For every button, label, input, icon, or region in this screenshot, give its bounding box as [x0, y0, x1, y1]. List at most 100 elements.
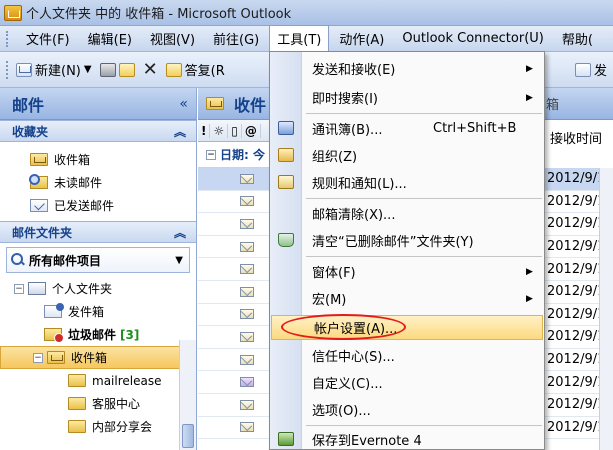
folder-icon: [68, 374, 86, 387]
chevron-down-icon[interactable]: ▼: [175, 255, 183, 266]
tree-subfolder[interactable]: 客服中心: [0, 392, 196, 415]
collapse-icon[interactable]: −: [14, 283, 24, 294]
envelope-icon: [240, 399, 254, 410]
menu-options[interactable]: 选项(O)...: [270, 397, 544, 422]
menu-actions[interactable]: 动作(A): [331, 25, 392, 52]
menu-help[interactable]: 帮助(: [554, 25, 601, 52]
menu-rules-alerts[interactable]: 规则和通知(L)...: [270, 170, 544, 195]
attachment-column-icon[interactable]: @: [242, 123, 261, 138]
menu-separator: [306, 198, 542, 199]
envelope-icon: [240, 309, 254, 320]
menu-send-receive-label: 发送和接收(E): [312, 63, 396, 78]
column-header-partial: 箱: [546, 98, 560, 113]
new-button[interactable]: 新建(N) ▼: [16, 60, 92, 79]
empty-trash-icon: [278, 233, 294, 247]
all-items-label: 所有邮件项目: [29, 253, 102, 268]
title-bar: 个人文件夹 中的 收件箱 - Microsoft Outlook: [0, 0, 613, 26]
nav-header: 邮件 «: [0, 88, 196, 120]
menu-address-book[interactable]: 通讯簿(B)... Ctrl+Shift+B: [270, 116, 544, 141]
toolbar-grip[interactable]: [6, 60, 10, 79]
chevron-down-icon[interactable]: ▼: [84, 64, 92, 75]
menu-outlook-connector[interactable]: Outlook Connector(U): [394, 27, 551, 50]
submenu-arrow-icon: ▶: [526, 266, 533, 277]
tree-outbox[interactable]: 发件箱: [0, 300, 196, 323]
tree-personal-folders[interactable]: − 个人文件夹: [0, 277, 196, 300]
favorite-unread[interactable]: 未读邮件: [0, 171, 196, 194]
all-mail-items-dropdown[interactable]: 所有邮件项目 ▼: [6, 247, 190, 273]
tree-subfolder-label: 内部分享会: [92, 420, 153, 434]
tools-menu: 发送和接收(E) ▶ 即时搜索(I) ▶ 通讯簿(B)... Ctrl+Shif…: [269, 51, 545, 450]
tree-subfolder[interactable]: mailrelease: [0, 369, 196, 392]
menu-separator: [306, 425, 542, 426]
tree-junk[interactable]: 垃圾邮件 [3]: [0, 323, 196, 346]
menu-trust-center[interactable]: 信任中心(S)...: [270, 343, 544, 368]
menu-bar: 文件(F) 编辑(E) 视图(V) 前往(G) 工具(T) 动作(A) Outl…: [0, 25, 613, 52]
favorites-header-label: 收藏夹: [12, 124, 49, 139]
menu-forms[interactable]: 窗体(F) ▶: [270, 259, 544, 284]
nav-scrollbar[interactable]: [179, 340, 196, 450]
send-receive-label: 发: [594, 64, 608, 79]
message-list-scrollbar[interactable]: [599, 168, 613, 450]
envelope-purple-icon: [240, 377, 254, 388]
send-receive-button[interactable]: 发: [575, 60, 607, 79]
new-button-label: 新建(N): [35, 64, 81, 79]
collapse-pane-icon[interactable]: «: [179, 96, 188, 112]
menu-mailbox-cleanup[interactable]: 邮箱清除(X)...: [270, 201, 544, 226]
nav-title: 邮件: [12, 95, 45, 115]
tree-inbox[interactable]: − 收件箱: [0, 346, 180, 369]
menu-go[interactable]: 前往(G): [205, 25, 267, 52]
envelope-icon: [240, 241, 254, 252]
menu-tools[interactable]: 工具(T): [269, 25, 330, 52]
favorite-sent-label: 已发送邮件: [54, 199, 115, 213]
menu-customize[interactable]: 自定义(C)...: [270, 370, 544, 395]
send-receive-icon: [575, 62, 591, 77]
menu-address-book-label: 通讯簿(B)...: [312, 123, 383, 138]
address-book-icon: [278, 121, 294, 135]
menu-forms-label: 窗体(F): [312, 266, 356, 281]
envelope-icon: [240, 173, 254, 184]
collapse-icon[interactable]: −: [33, 352, 43, 363]
print-icon[interactable]: [99, 62, 116, 77]
reply-button[interactable]: 答复(R: [165, 60, 225, 79]
delete-icon[interactable]: ✕: [143, 59, 158, 80]
envelope-icon: [240, 196, 254, 207]
tree-junk-label: 垃圾邮件: [68, 328, 117, 342]
folder-tree: − 个人文件夹 发件箱 垃圾邮件 [3] − 收件箱 mailrelease 客…: [0, 277, 196, 438]
sent-folder-icon: [30, 199, 48, 212]
move-to-folder-icon[interactable]: [118, 62, 135, 77]
menu-empty-deleted[interactable]: 清空“已删除邮件”文件夹(Y): [270, 228, 544, 253]
tree-outbox-label: 发件箱: [68, 305, 105, 319]
menu-view[interactable]: 视图(V): [142, 25, 203, 52]
menu-file[interactable]: 文件(F): [18, 25, 78, 52]
collapse-icon[interactable]: −: [206, 149, 216, 160]
menubar-grip[interactable]: [6, 30, 10, 47]
tree-subfolder-label: 客服中心: [92, 397, 141, 411]
received-column-area: 箱 接收时间: [543, 98, 613, 168]
menu-organize-label: 组织(Z): [312, 150, 358, 165]
favorite-sent[interactable]: 已发送邮件: [0, 194, 196, 217]
chevron-up-icon[interactable]: ︽: [174, 123, 186, 140]
icon-column-icon[interactable]: ▯: [228, 123, 242, 138]
tree-subfolder[interactable]: 内部分享会: [0, 415, 196, 438]
menu-organize[interactable]: 组织(Z): [270, 143, 544, 168]
importance-column-icon[interactable]: !: [198, 123, 211, 138]
highlight-annotation-oval: [281, 314, 406, 340]
reminder-column-icon[interactable]: ☼: [210, 123, 229, 138]
menu-instant-search-label: 即时搜索(I): [312, 92, 378, 107]
envelope-icon: [240, 286, 254, 297]
chevron-up-icon[interactable]: ︽: [174, 224, 186, 241]
favorites-section-header[interactable]: 收藏夹 ︽: [0, 120, 196, 142]
menu-save-to-evernote[interactable]: 保存到Evernote 4: [270, 427, 544, 449]
favorite-inbox-label: 收件箱: [54, 153, 91, 167]
submenu-arrow-icon: ▶: [526, 92, 533, 103]
nav-scrollbar-thumb[interactable]: [182, 424, 194, 448]
mail-folders-section-header[interactable]: 邮件文件夹 ︽: [0, 221, 196, 243]
rules-icon: [278, 175, 294, 189]
received-column-header[interactable]: 接收时间: [550, 128, 602, 147]
menu-edit[interactable]: 编辑(E): [80, 25, 140, 52]
menu-instant-search[interactable]: 即时搜索(I) ▶: [270, 85, 544, 110]
menu-macro[interactable]: 宏(M) ▶: [270, 286, 544, 311]
menu-send-receive[interactable]: 发送和接收(E) ▶: [270, 56, 544, 81]
favorite-inbox[interactable]: 收件箱: [0, 148, 196, 171]
envelope-icon: [240, 331, 254, 342]
